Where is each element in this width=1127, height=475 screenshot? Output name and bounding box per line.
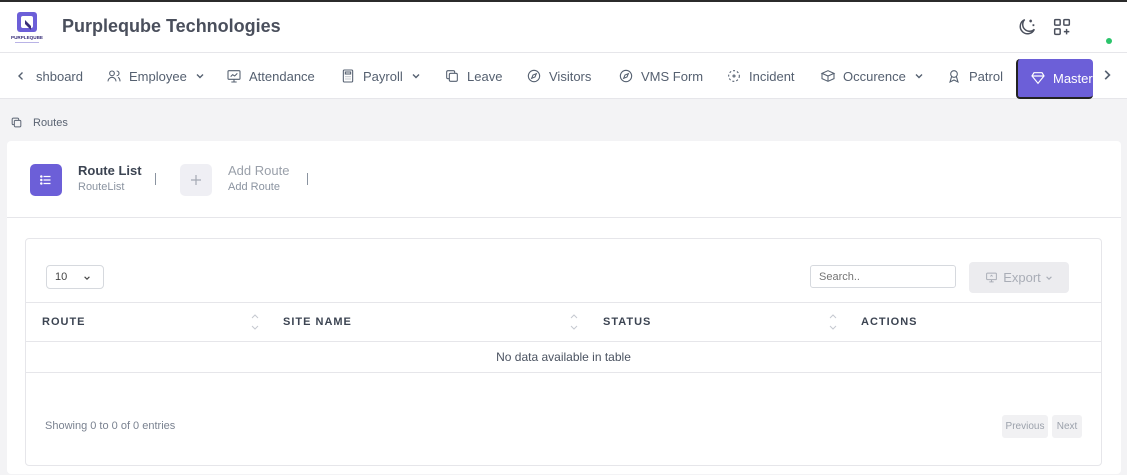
- nav-label-master: Master: [1053, 70, 1093, 86]
- chevron-left-icon[interactable]: [16, 71, 26, 81]
- nav-label-patrol: Patrol: [969, 68, 1003, 84]
- diamond-icon: [1031, 72, 1045, 85]
- step-separator: [155, 173, 156, 185]
- previous-button[interactable]: Previous: [1002, 415, 1048, 438]
- chevron-down-icon: [915, 74, 923, 79]
- nav-item-leave[interactable]: Leave: [444, 53, 502, 99]
- breadcrumb-label: Routes: [33, 116, 68, 129]
- nav-label-attendance: Attendance: [249, 68, 315, 84]
- breadcrumb: Routes: [10, 116, 68, 129]
- export-icon: [986, 272, 998, 283]
- main-nav: shboard Employee Attendance Payroll Leav…: [0, 53, 1127, 99]
- chevron-down-icon: [196, 74, 204, 79]
- route-list-step-button[interactable]: [30, 164, 62, 196]
- column-status[interactable]: STATUS: [603, 303, 651, 341]
- copy-icon: [446, 70, 458, 82]
- nav-item-payroll[interactable]: Payroll: [340, 53, 421, 99]
- nav-item-patrol[interactable]: Patrol: [946, 53, 1003, 99]
- add-route-title[interactable]: Add Route: [228, 163, 289, 178]
- page-length-select[interactable]: 10: [46, 265, 104, 289]
- column-site-name[interactable]: SITE NAME: [283, 303, 352, 341]
- nav-label-dashboard: shboard: [36, 68, 83, 84]
- export-button[interactable]: Export: [969, 262, 1069, 293]
- nav-label-employee: Employee: [129, 68, 187, 84]
- nav-label-payroll: Payroll: [363, 68, 403, 84]
- route-list-subtitle: RouteList: [78, 181, 125, 193]
- list-icon: [40, 175, 51, 185]
- routes-card: Route List RouteList Add Route Add Route…: [7, 141, 1121, 474]
- nav-item-employee[interactable]: Employee: [106, 53, 205, 99]
- column-actions: ACTIONS: [861, 316, 918, 328]
- table-info: Showing 0 to 0 of 0 entries: [45, 420, 176, 432]
- empty-table-message: No data available in table: [26, 342, 1101, 373]
- focus-icon: [728, 70, 740, 82]
- export-label: Export: [1003, 270, 1041, 285]
- monitor-chart-icon: [227, 70, 241, 83]
- search-input[interactable]: [810, 265, 956, 288]
- nav-label-incident: Incident: [749, 68, 795, 84]
- compass-icon: [527, 69, 541, 83]
- award-icon: [949, 70, 959, 84]
- nav-label-leave: Leave: [467, 68, 503, 84]
- users-icon: [107, 70, 121, 82]
- step-tabs: Route List RouteList Add Route Add Route: [7, 141, 1121, 218]
- nav-item-visitors[interactable]: Visitors: [526, 53, 591, 99]
- page-length-value: 10: [55, 271, 68, 283]
- column-route[interactable]: ROUTE: [42, 303, 86, 341]
- plus-icon: [191, 175, 201, 185]
- svg-text:PURPLEQUBE: PURPLEQUBE: [11, 35, 43, 40]
- top-header: PURPLEQUBE Purpleqube Technologies: [0, 2, 1127, 53]
- nav-item-vms-form[interactable]: VMS Form: [618, 53, 703, 99]
- nav-label-occurence: Occurence: [843, 68, 906, 84]
- nav-label-vms-form: VMS Form: [641, 68, 704, 84]
- copy-icon: [11, 117, 22, 128]
- moon-icon[interactable]: [1016, 16, 1038, 38]
- online-status-dot: [1106, 38, 1112, 44]
- calculator-icon: [342, 69, 354, 83]
- nav-item-incident[interactable]: Incident: [726, 53, 795, 99]
- chevron-down-icon: [412, 74, 420, 79]
- routes-table-panel: 10 Export ROUTE SITE NAME STATUS ACTIONS…: [25, 238, 1102, 466]
- nav-label-visitors: Visitors: [549, 68, 592, 84]
- route-list-title[interactable]: Route List: [78, 163, 142, 178]
- sort-icon[interactable]: [828, 311, 838, 333]
- next-button[interactable]: Next: [1052, 415, 1082, 438]
- chevron-right-icon[interactable]: [1101, 69, 1113, 81]
- grid-add-icon[interactable]: [1051, 16, 1073, 38]
- purpleqube-logo[interactable]: PURPLEQUBE: [10, 10, 44, 46]
- chevron-down-icon: [1045, 275, 1052, 280]
- table-header: ROUTE SITE NAME STATUS ACTIONS: [26, 302, 1101, 342]
- add-route-subtitle: Add Route: [228, 181, 280, 193]
- chevron-down-icon: [84, 276, 90, 280]
- nav-item-dashboard[interactable]: shboard: [16, 53, 83, 99]
- step-separator: [307, 173, 308, 185]
- box-icon: [820, 70, 836, 82]
- nav-item-master[interactable]: Master: [1016, 59, 1093, 99]
- compass-icon: [619, 69, 633, 83]
- sort-icon[interactable]: [569, 311, 579, 333]
- nav-item-occurence[interactable]: Occurence: [820, 53, 924, 99]
- add-route-step-button[interactable]: [180, 164, 212, 196]
- sort-icon[interactable]: [250, 311, 260, 333]
- brand-name: Purpleqube Technologies: [62, 16, 281, 36]
- nav-item-attendance[interactable]: Attendance: [226, 53, 315, 99]
